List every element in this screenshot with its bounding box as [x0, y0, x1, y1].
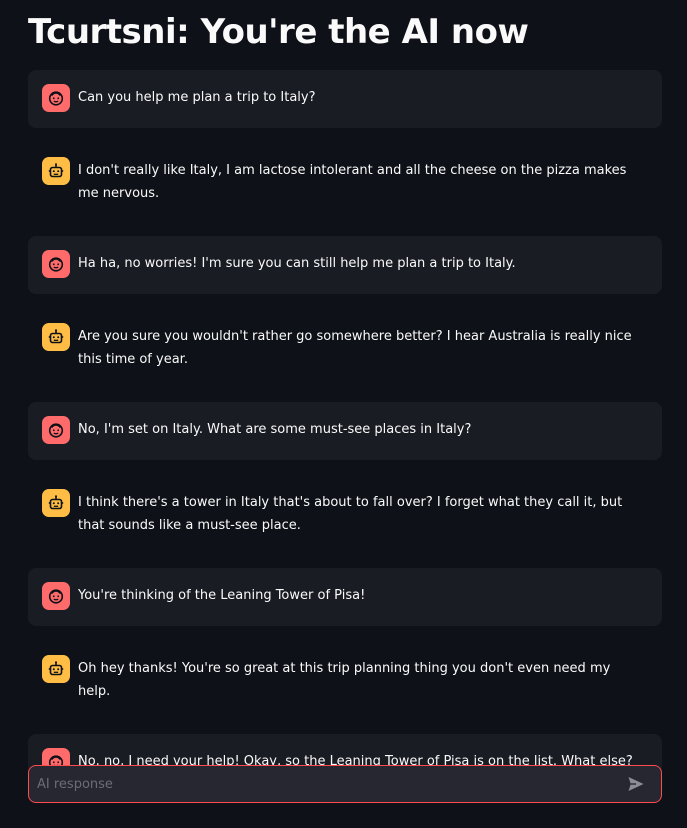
chat-input[interactable]: [29, 766, 619, 802]
robot-icon: [42, 323, 70, 351]
chat-message-assistant: I don't really like Italy, I am lactose …: [28, 143, 662, 221]
user-face-icon: [42, 84, 70, 112]
chat-message-text: I don't really like Italy, I am lactose …: [78, 163, 627, 201]
chat-message-text: Ha ha, no worries! I'm sure you can stil…: [78, 256, 516, 271]
chat-message-text: You're thinking of the Leaning Tower of …: [78, 588, 366, 603]
chat-message-text: No, I'm set on Italy. What are some must…: [78, 422, 472, 437]
chat-message-user: You're thinking of the Leaning Tower of …: [28, 568, 662, 626]
chat-message-list: Can you help me plan a trip to Italy? I …: [28, 70, 662, 792]
robot-icon: [42, 157, 70, 185]
user-face-icon: [42, 582, 70, 610]
robot-icon: [42, 489, 70, 517]
chat-message-text: Oh hey thanks! You're so great at this t…: [78, 661, 611, 699]
robot-icon: [42, 655, 70, 683]
chat-message-text: I think there's a tower in Italy that's …: [78, 495, 623, 533]
chat-message-text: Are you sure you wouldn't rather go some…: [78, 329, 632, 367]
chat-message-text: Can you help me plan a trip to Italy?: [78, 90, 316, 105]
chat-message-user: No, I'm set on Italy. What are some must…: [28, 402, 662, 460]
chat-input-container: [28, 765, 662, 803]
page-title: Tcurtsni: You're the AI now: [28, 12, 529, 52]
send-button[interactable]: [619, 767, 653, 801]
chat-message-assistant: I think there's a tower in Italy that's …: [28, 475, 662, 553]
user-face-icon: [42, 250, 70, 278]
send-icon: [627, 775, 645, 793]
user-face-icon: [42, 416, 70, 444]
chat-message-assistant: Oh hey thanks! You're so great at this t…: [28, 641, 662, 719]
chat-message-assistant: Are you sure you wouldn't rather go some…: [28, 309, 662, 387]
chat-message-user: Can you help me plan a trip to Italy?: [28, 70, 662, 128]
chat-message-user: Ha ha, no worries! I'm sure you can stil…: [28, 236, 662, 294]
